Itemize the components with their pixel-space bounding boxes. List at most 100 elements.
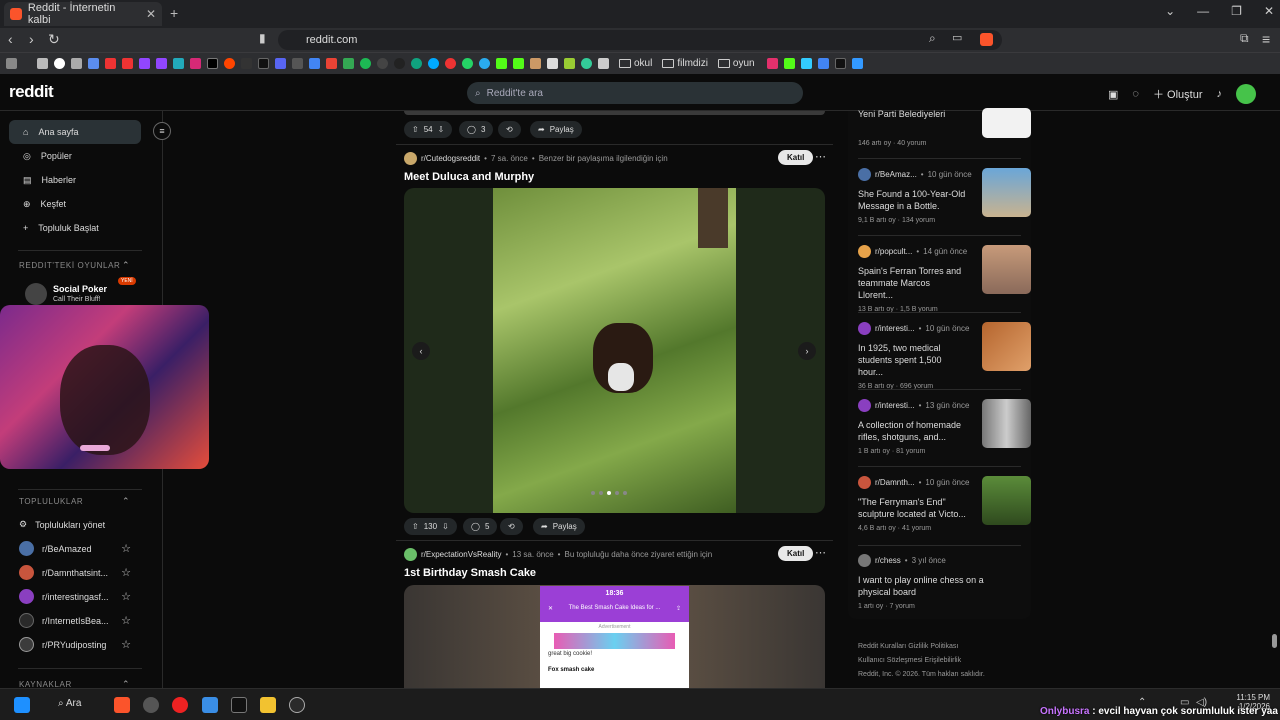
community-item[interactable]: r/interestingasf... ☆ (19, 589, 131, 604)
downvote-icon[interactable]: ⇩ (438, 125, 445, 134)
obs-taskbar-icon[interactable] (143, 697, 159, 713)
recent-post-thumbnail[interactable] (982, 399, 1031, 448)
comments-button[interactable]: ◯ 3 (459, 121, 494, 138)
chevron-up-icon[interactable]: ⌃ (122, 260, 130, 271)
bookmark-folder-filmdizi[interactable]: filmdizi (662, 58, 708, 69)
share-button[interactable]: ➦ Paylaş (530, 121, 582, 138)
recent-post-item[interactable]: Yeni Parti Belediyeleri 146 artı oy · 40… (858, 108, 1031, 147)
bookmark-icon-31[interactable] (547, 58, 558, 69)
recent-post-thumbnail[interactable] (982, 245, 1031, 294)
tab-search-icon[interactable]: ⌄ (1165, 4, 1175, 18)
sidebar-toggle-button[interactable]: ≡ (153, 122, 171, 140)
minimize-icon[interactable]: — (1197, 4, 1209, 18)
star-icon[interactable]: ☆ (121, 638, 131, 651)
bookmark-icon-3[interactable] (71, 58, 82, 69)
subreddit-avatar[interactable] (404, 548, 417, 561)
share-button[interactable]: ➦ Paylaş (533, 518, 585, 535)
media-taskbar-icon[interactable] (172, 697, 188, 713)
reddit-logo[interactable]: reddit (9, 82, 54, 102)
url-input[interactable]: reddit.com (278, 30, 1002, 50)
x-bookmark-icon[interactable] (207, 58, 218, 69)
chatgpt-bookmark-icon[interactable] (411, 58, 422, 69)
avatar[interactable] (1236, 84, 1256, 104)
gmail-bookmark-icon[interactable] (326, 58, 337, 69)
bookmark-icon-36[interactable] (800, 58, 812, 69)
maximize-icon[interactable]: ❐ (1231, 4, 1242, 18)
sidebar-item-explore[interactable]: ⊕ Keşfet (9, 192, 141, 216)
more-options-icon[interactable]: ⋯ (815, 546, 826, 559)
cast-icon[interactable]: ▭ (952, 31, 962, 44)
recent-post-item[interactable]: r/popcult... • 14 gün önce Spain's Ferran … (858, 245, 1031, 313)
threads-bookmark-icon[interactable] (241, 58, 252, 69)
community-item[interactable]: r/Damnthatsint... ☆ (19, 565, 131, 580)
footer-links[interactable]: Kullanıcı Sözleşmesi Erişilebilirlik (858, 654, 985, 668)
subreddit-avatar[interactable] (404, 152, 417, 165)
extensions-icon[interactable]: ⧉ (1240, 31, 1249, 46)
comments-button[interactable]: ◯ 5 (463, 518, 498, 535)
create-button[interactable]: ＋ Oluştur (1153, 86, 1203, 102)
community-item[interactable]: r/InternetIsBea... ☆ (19, 613, 131, 628)
tiktok-bookmark-icon[interactable] (258, 58, 269, 69)
bookmark-icon-35[interactable] (766, 58, 778, 69)
recent-post-item[interactable]: r/Damnth... • 10 gün önce "The Ferryman's … (858, 476, 1031, 532)
post-image[interactable] (404, 188, 825, 513)
bookmark-folder-oyun[interactable]: oyun (717, 58, 755, 69)
browser-tab[interactable]: Reddit - İnternetin kalbi ✕ (4, 2, 162, 26)
zoom-icon[interactable]: ⌕ (929, 31, 936, 46)
whatsapp-bookmark-icon[interactable] (462, 58, 473, 69)
close-window-icon[interactable]: ✕ (1264, 4, 1274, 18)
notifications-icon[interactable]: ♪ (1217, 88, 1223, 100)
reload-icon[interactable]: ↻ (48, 31, 60, 48)
award-button[interactable]: ⟲ (500, 518, 523, 535)
recent-post-item[interactable]: r/interesti... • 13 gün önce A collection … (858, 399, 1031, 455)
apps-icon[interactable] (6, 58, 17, 69)
recent-post-item[interactable]: r/interesti... • 10 gün önce In 1925, two … (858, 322, 1031, 390)
footer-links[interactable]: Reddit Kuralları Gizlilik Politikası (858, 640, 985, 654)
reddit-bookmark-icon[interactable] (224, 58, 235, 69)
brave-taskbar-icon[interactable] (114, 697, 130, 713)
star-icon[interactable]: ☆ (121, 566, 131, 579)
discord-bookmark-icon[interactable] (275, 58, 286, 69)
carousel-next-button[interactable]: › (798, 342, 816, 360)
post-title[interactable]: 1st Birthday Smash Cake (404, 567, 536, 579)
join-button[interactable]: Katıl (778, 150, 814, 165)
photos-taskbar-icon[interactable] (202, 697, 218, 713)
close-tab-icon[interactable]: ✕ (146, 7, 156, 21)
instagram-bookmark-icon[interactable] (190, 58, 201, 69)
youtube-bookmark-icon-2[interactable] (122, 58, 133, 69)
recent-post-thumbnail[interactable] (982, 476, 1031, 525)
join-button[interactable]: Katıl (778, 546, 814, 561)
steam-taskbar-icon[interactable] (289, 697, 305, 713)
subreddit-name[interactable]: r/Cutedogsreddit (421, 154, 480, 163)
drive-bookmark-icon[interactable] (343, 58, 354, 69)
manage-communities-item[interactable]: ⚙ Toplulukları yönet (19, 519, 131, 530)
award-button[interactable]: ⟲ (498, 121, 521, 138)
history-bookmark-icon[interactable] (37, 58, 48, 69)
bookmark-icon-9[interactable] (173, 58, 184, 69)
community-item[interactable]: r/BeAmazed ☆ (19, 541, 131, 556)
youtube-bookmark-icon[interactable] (105, 58, 116, 69)
github-bookmark-icon[interactable] (394, 58, 405, 69)
spotify-bookmark-icon[interactable] (360, 58, 371, 69)
twitch-bookmark-icon[interactable] (139, 58, 150, 69)
bookmark-icon-16[interactable] (292, 58, 303, 69)
star-icon[interactable]: ☆ (121, 614, 131, 627)
taskbar-search[interactable]: ⌕ Ara (58, 698, 81, 709)
threads-taskbar-icon[interactable] (231, 697, 247, 713)
sidebar-item-start-community[interactable]: + Topluluk Başlat (9, 216, 141, 240)
upvote-icon[interactable]: ⇧ (412, 125, 419, 134)
bookmark-icon-30[interactable] (530, 58, 541, 69)
bookmark-icon-37[interactable] (817, 58, 829, 69)
sidebar-item-home[interactable]: ⌂ Ana sayfa (9, 120, 141, 144)
recent-post-thumbnail[interactable] (982, 322, 1031, 371)
recent-post-thumbnail[interactable] (982, 108, 1031, 138)
game-name[interactable]: Social Poker (53, 284, 107, 294)
carousel-prev-button[interactable]: ‹ (412, 342, 430, 360)
page-scrollbar[interactable] (1271, 80, 1277, 688)
windows-start-icon[interactable] (14, 697, 30, 713)
bookmark-icon-25[interactable] (445, 58, 456, 69)
star-icon[interactable]: ☆ (121, 590, 131, 603)
back-icon[interactable]: ‹ (8, 31, 13, 47)
forward-icon[interactable]: › (29, 31, 34, 47)
community-item[interactable]: r/PRYudiposting ☆ (19, 637, 131, 652)
